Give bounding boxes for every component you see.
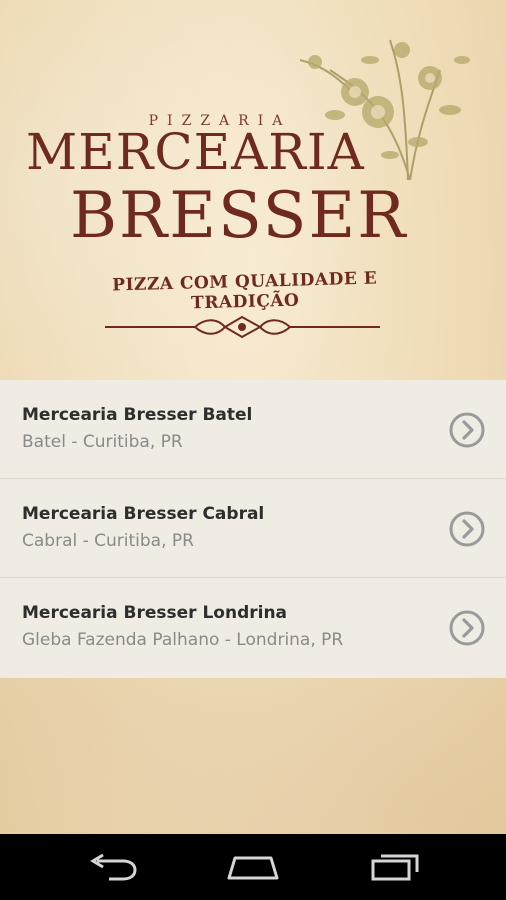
brand-name-line2: BRESSER <box>70 179 408 253</box>
location-item-londrina[interactable]: Mercearia Bresser Londrina Gleba Fazenda… <box>0 578 506 678</box>
chevron-right-circle-icon[interactable] <box>448 411 486 449</box>
location-item-batel[interactable]: Mercearia Bresser Batel Batel - Curitiba… <box>0 380 506 479</box>
brand-tagline: PIZZA COM QUALIDADE E TRADIÇÃO <box>112 268 378 314</box>
system-navigation-bar <box>0 834 506 900</box>
recent-apps-icon[interactable] <box>365 852 425 882</box>
chevron-right-circle-icon[interactable] <box>448 510 486 548</box>
home-icon[interactable] <box>223 852 283 882</box>
location-name: Mercearia Bresser Batel <box>22 405 253 425</box>
location-item-cabral[interactable]: Mercearia Bresser Cabral Cabral - Curiti… <box>0 479 506 578</box>
brand-name-line1: MERCEARIA <box>26 123 365 181</box>
back-icon[interactable] <box>83 852 143 882</box>
location-name: Mercearia Bresser Cabral <box>22 504 265 524</box>
location-address: Cabral - Curitiba, PR <box>22 531 194 551</box>
location-address: Batel - Curitiba, PR <box>22 432 183 452</box>
location-address: Gleba Fazenda Palhano - Londrina, PR <box>22 630 344 650</box>
location-name: Mercearia Bresser Londrina <box>22 603 288 623</box>
location-list: Mercearia Bresser Batel Batel - Curitiba… <box>0 380 506 678</box>
chevron-right-circle-icon[interactable] <box>448 609 486 647</box>
app-header: PIZZARIA MERCEARIA BRESSER PIZZA COM QUA… <box>0 0 506 380</box>
ornament-divider-icon <box>105 315 380 339</box>
